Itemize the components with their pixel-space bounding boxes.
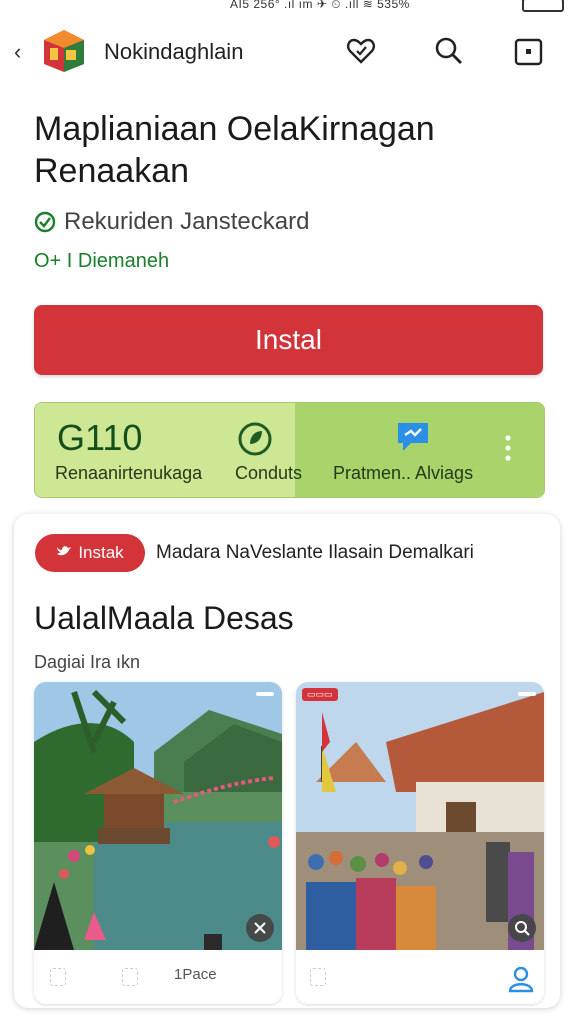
promo-description: Madara NaVeslante Ilasain Demalkari bbox=[156, 542, 474, 563]
lake-village-image bbox=[34, 682, 282, 950]
section-subtitle: Dagiai Ira ıkn bbox=[34, 652, 141, 672]
store-title: Nokindaghlain bbox=[104, 39, 244, 64]
downloads-text: O+ I Diemaneh bbox=[34, 250, 170, 272]
rating-label: Renaanirtenukaga bbox=[55, 463, 203, 483]
contacts-label: Conduts bbox=[235, 463, 303, 483]
promo-pill[interactable]: Instak bbox=[35, 534, 145, 572]
corner-indicator bbox=[518, 692, 536, 696]
status-bar: AI5 256° .ıl ım ✈ ⏲ .ıll ≋ 535% bbox=[0, 0, 576, 14]
leaf-badge-icon[interactable] bbox=[235, 419, 275, 459]
developer-row[interactable]: Rekuriden Jansteckard bbox=[34, 208, 309, 236]
screenshot-tag: ▭▭▭ bbox=[302, 688, 338, 701]
screenshot-lake-village[interactable]: 1Pace bbox=[34, 682, 282, 1004]
screenshot-footer: 1Pace bbox=[34, 950, 282, 1004]
corner-indicator bbox=[256, 692, 274, 696]
info-bar: G110 Renaanirtenukaga Conduts Pratmen.. … bbox=[34, 402, 545, 498]
faint-icon bbox=[122, 968, 138, 986]
rating-value: G110 bbox=[57, 417, 143, 458]
menu-square-icon[interactable] bbox=[512, 34, 546, 68]
gallery-card: Instak Madara NaVeslante Ilasain Demalka… bbox=[14, 514, 560, 1008]
expand-icon[interactable] bbox=[508, 914, 536, 942]
permissions-label: Pratmen.. Alviags bbox=[333, 463, 474, 483]
promo-pill-label: Instak bbox=[78, 543, 124, 562]
back-arrow-icon[interactable]: ‹ bbox=[14, 39, 21, 65]
install-button[interactable]: Instal bbox=[34, 305, 543, 375]
wishlist-heart-icon[interactable] bbox=[344, 34, 378, 68]
village-gathering-image bbox=[296, 682, 544, 950]
top-app-bar: ‹ Nokindaghlain bbox=[0, 24, 576, 80]
faint-icon bbox=[310, 968, 326, 986]
battery-icon bbox=[522, 0, 564, 12]
screenshot-caption: 1Pace bbox=[174, 966, 217, 983]
expand-icon[interactable] bbox=[246, 914, 274, 942]
section-title: UalalMaala Desas bbox=[34, 600, 294, 636]
more-vert-icon[interactable] bbox=[505, 435, 511, 461]
app-title: Maplianiaan OelaKirnagan Renaakan bbox=[34, 110, 435, 190]
user-icon[interactable] bbox=[506, 964, 536, 994]
developer-name: Rekuriden Jansteckard bbox=[64, 208, 310, 235]
screenshot-village-gathering[interactable]: ▭▭▭ bbox=[296, 682, 544, 1004]
chat-bubble-icon[interactable] bbox=[393, 417, 433, 457]
app-logo-icon bbox=[44, 30, 84, 72]
bird-icon bbox=[56, 543, 72, 563]
status-text: AI5 256° .ıl ım ✈ ⏲ .ıll ≋ 535% bbox=[230, 0, 410, 11]
search-icon[interactable] bbox=[432, 34, 466, 68]
verified-check-icon bbox=[34, 211, 56, 233]
screenshot-footer bbox=[296, 950, 544, 1004]
faint-icon bbox=[50, 968, 66, 986]
